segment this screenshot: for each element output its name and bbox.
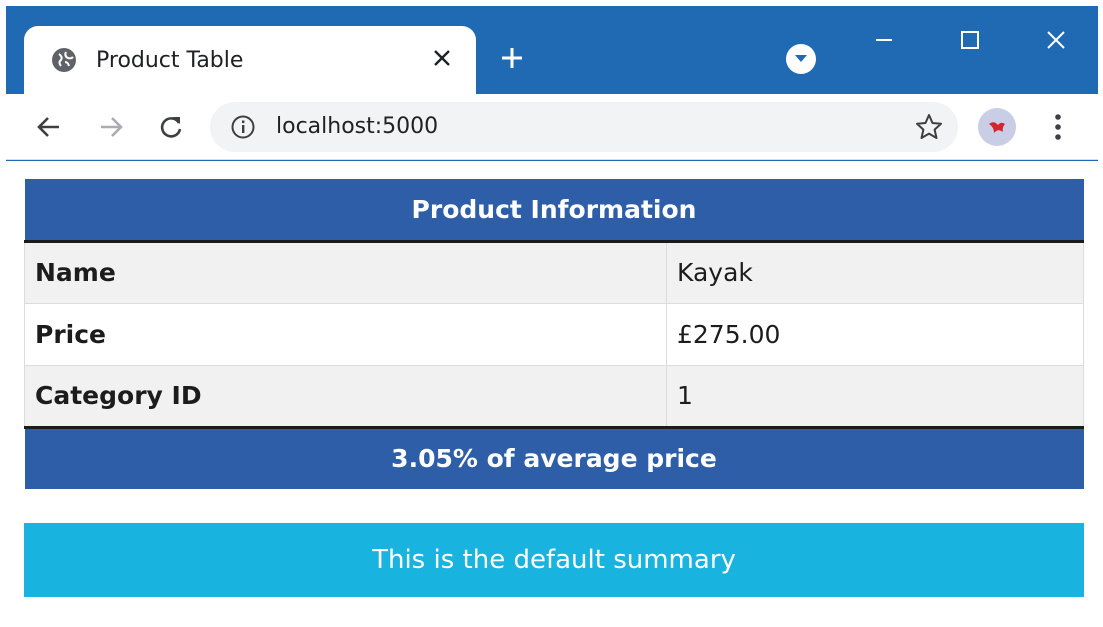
address-bar[interactable]: localhost:5000 [210,102,958,152]
browser-toolbar: localhost:5000 [6,94,1098,160]
forward-button[interactable] [92,108,130,146]
new-tab-button[interactable] [494,40,530,76]
table-row: Category ID 1 [24,364,1084,428]
window-close-button[interactable] [1036,20,1076,60]
tab-product-table[interactable]: Product Table [24,26,476,94]
forward-icon [101,117,123,137]
table-row: Name Kayak [24,240,1084,304]
row-value-category: 1 [666,364,1084,428]
tab-title: Product Table [96,48,244,73]
plus-icon [502,48,522,68]
minimize-icon [876,39,892,41]
page-viewport: Product Information Name Kayak Price £27… [6,161,1098,627]
globe-icon [50,46,78,74]
window-close-icon [1047,31,1065,49]
summary-banner: This is the default summary [24,523,1084,597]
browser-window: Product Table localhost:5000 Product Inf… [6,6,1098,627]
table-row: Price £275.00 [24,302,1084,366]
table-header: Product Information [24,179,1084,243]
table-footer: 3.05% of average price [24,425,1084,489]
close-icon[interactable] [426,42,458,74]
reload-icon [160,117,182,138]
star-icon[interactable] [914,112,944,142]
reload-button[interactable] [152,108,190,146]
row-label-price: Price [24,302,667,366]
profile-avatar[interactable] [978,108,1016,146]
back-button[interactable] [30,108,68,146]
maximize-button[interactable] [950,20,990,60]
url-text[interactable]: localhost:5000 [276,114,438,139]
tab-strip: Product Table [6,6,1098,94]
row-label-category: Category ID [24,364,667,428]
row-label-name: Name [24,240,667,304]
tab-search-button[interactable] [786,44,816,74]
tab-search-icon [795,55,807,62]
info-icon[interactable] [230,114,256,140]
row-value-price: £275.00 [666,302,1084,366]
row-value-name: Kayak [666,240,1084,304]
bird-icon [989,122,1005,133]
menu-icon[interactable] [1046,108,1070,146]
maximize-icon [961,31,979,49]
back-icon [37,117,59,137]
minimize-button[interactable] [864,20,904,60]
product-table: Product Information Name Kayak Price £27… [24,179,1084,489]
